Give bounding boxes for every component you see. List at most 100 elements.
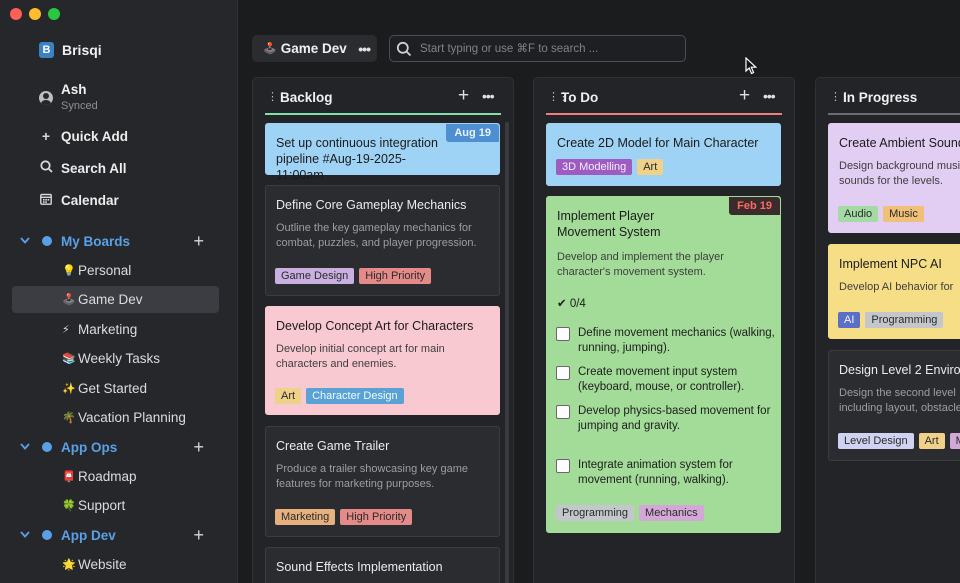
palm-tree-icon: 🌴 xyxy=(62,412,76,424)
card[interactable]: Develop Concept Art for Characters Devel… xyxy=(265,306,500,415)
search-all-button[interactable]: Search All xyxy=(39,160,127,176)
tag-list: AI Programming xyxy=(838,312,944,328)
checkbox[interactable] xyxy=(556,459,570,473)
column-more-options-button[interactable]: ••• xyxy=(482,88,495,104)
card[interactable]: Define Core Gameplay Mechanics Outline t… xyxy=(265,185,500,296)
checkmark-icon: ✔ xyxy=(557,298,567,310)
sidebar-item-website[interactable]: 🌟 Website xyxy=(12,551,219,578)
sync-status: Synced xyxy=(61,100,98,112)
card-title: Create Ambient Sounds xyxy=(839,136,960,150)
calendar-button[interactable]: Calendar xyxy=(39,192,119,208)
board-more-options-button[interactable]: ••• xyxy=(358,41,371,57)
column-accent-bar xyxy=(828,113,960,115)
tag[interactable]: Programming xyxy=(865,312,944,328)
lightning-icon: ⚡ xyxy=(62,324,70,336)
tag-list: Programming Mechanics xyxy=(556,505,704,521)
checklist-item: Develop physics-based movement for jumpi… xyxy=(556,404,776,434)
card[interactable]: Feb 19 Implement Player Movement System … xyxy=(546,196,781,533)
mailbox-icon: 📮 xyxy=(62,471,76,483)
card-title: Define Core Gameplay Mechanics xyxy=(276,198,467,212)
board-label: Website xyxy=(78,557,127,572)
search-input[interactable] xyxy=(420,42,680,55)
card-title: Create 2D Model for Main Character xyxy=(557,136,759,150)
add-board-button[interactable]: + xyxy=(193,438,204,456)
card-description: Develop initial concept art for main cha… xyxy=(276,343,445,370)
tag[interactable]: Music xyxy=(883,206,924,222)
sidebar-item-personal[interactable]: 💡 Personal xyxy=(12,257,219,284)
card[interactable]: Create Ambient Sounds Design background … xyxy=(828,123,960,233)
sidebar-item-get-started[interactable]: ✨ Get Started xyxy=(12,375,219,402)
board-label: Game Dev xyxy=(78,292,143,307)
checkbox[interactable] xyxy=(556,327,570,341)
tag[interactable]: Art xyxy=(918,433,945,449)
group-label: My Boards xyxy=(61,233,131,249)
chevron-down-icon[interactable] xyxy=(20,235,32,247)
search-bar[interactable] xyxy=(389,35,686,62)
column-backlog: ⋮⋮ Backlog + ••• Set up continuous integ… xyxy=(252,77,514,583)
checklist-text: Develop physics-based movement for jumpi… xyxy=(578,405,771,432)
card[interactable]: Design Level 2 Environment Design the se… xyxy=(828,350,960,461)
current-board-selector[interactable]: 🕹️ Game Dev ••• xyxy=(252,35,377,62)
tag[interactable]: Mechanics xyxy=(639,505,704,521)
tag[interactable]: Audio xyxy=(838,206,879,222)
zoom-window-button[interactable] xyxy=(48,8,60,20)
tag[interactable]: Game Design xyxy=(275,268,355,284)
column-more-options-button[interactable]: ••• xyxy=(763,88,776,104)
books-icon: 📚 xyxy=(62,353,76,365)
checklist-text: Create movement input system (keyboard, … xyxy=(578,366,745,393)
tag[interactable]: Art xyxy=(275,388,302,404)
group-app-ops[interactable]: App Ops + xyxy=(20,436,220,458)
checkbox[interactable] xyxy=(556,366,570,380)
tag[interactable]: High Priority xyxy=(359,268,432,284)
window-controls xyxy=(10,8,60,20)
sidebar-item-support[interactable]: 🍀 Support xyxy=(12,492,219,519)
search-all-label: Search All xyxy=(61,160,127,176)
tag[interactable]: AI xyxy=(838,312,861,328)
column-accent-bar xyxy=(546,113,782,115)
column-header: ⋮⋮ In Progress xyxy=(816,78,960,115)
card[interactable]: Create 2D Model for Main Character 3D Mo… xyxy=(546,123,781,186)
close-window-button[interactable] xyxy=(10,8,22,20)
card-title: Implement NPC AI xyxy=(839,257,942,271)
minimize-window-button[interactable] xyxy=(29,8,41,20)
quick-add-button[interactable]: + Quick Add xyxy=(39,128,128,144)
card[interactable]: Implement NPC AI Develop AI behavior for… xyxy=(828,244,960,339)
tag[interactable]: Marketing xyxy=(275,509,336,525)
tag[interactable]: Art xyxy=(637,159,664,175)
joystick-icon: 🕹️ xyxy=(263,43,277,55)
tag[interactable]: Level Design xyxy=(838,433,914,449)
add-card-button[interactable]: + xyxy=(739,86,750,105)
sidebar-item-game-dev[interactable]: 🕹️ Game Dev xyxy=(12,286,219,313)
calendar-icon xyxy=(39,192,53,208)
user-avatar-icon xyxy=(39,91,53,105)
checkbox[interactable] xyxy=(556,405,570,419)
sidebar-item-vacation-planning[interactable]: 🌴 Vacation Planning xyxy=(12,404,219,431)
sidebar-item-roadmap[interactable]: 📮 Roadmap xyxy=(12,463,219,490)
add-card-button[interactable]: + xyxy=(458,86,469,105)
sidebar-item-marketing[interactable]: ⚡ Marketing xyxy=(12,316,219,343)
add-board-button[interactable]: + xyxy=(193,232,204,250)
card[interactable]: Sound Effects Implementation xyxy=(265,547,500,583)
tag[interactable]: 3D Modelling xyxy=(556,159,633,175)
card[interactable]: Create Game Trailer Produce a trailer sh… xyxy=(265,426,500,537)
add-board-button[interactable]: + xyxy=(193,526,204,544)
sparkles-icon: ✨ xyxy=(62,383,76,395)
group-my-boards[interactable]: My Boards + xyxy=(20,230,220,252)
board-label: Personal xyxy=(78,263,132,278)
group-color-dot xyxy=(42,236,52,246)
card[interactable]: Set up continuous integration pipeline #… xyxy=(265,123,500,182)
tag[interactable]: Mechanics xyxy=(949,433,960,449)
checklist-text: Define movement mechanics (walking, runn… xyxy=(578,327,775,354)
search-icon xyxy=(396,41,420,57)
user-account[interactable]: Ash Synced xyxy=(39,82,98,112)
card-description: Develop and implement the player charact… xyxy=(557,251,724,278)
column-scrollbar[interactable] xyxy=(505,122,509,583)
chevron-down-icon[interactable] xyxy=(20,441,32,453)
group-app-dev[interactable]: App Dev + xyxy=(20,524,220,546)
tag[interactable]: Character Design xyxy=(306,388,404,404)
chevron-down-icon[interactable] xyxy=(20,529,32,541)
current-board-name: Game Dev xyxy=(280,41,347,56)
sidebar-item-weekly-tasks[interactable]: 📚 Weekly Tasks xyxy=(12,345,219,372)
tag[interactable]: High Priority xyxy=(340,509,413,525)
tag[interactable]: Programming xyxy=(556,505,635,521)
